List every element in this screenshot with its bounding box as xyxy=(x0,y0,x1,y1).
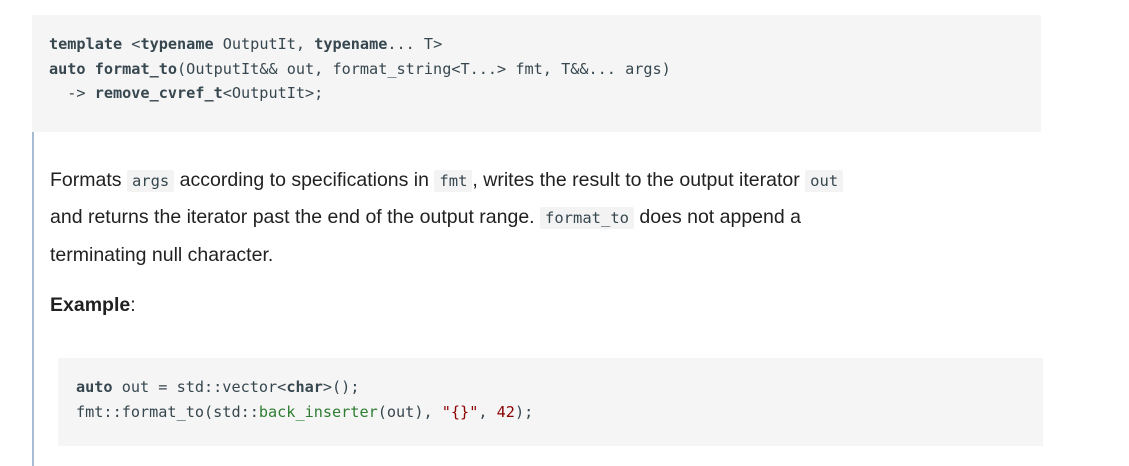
return-type: remove_cvref_t xyxy=(94,84,223,102)
code-text: fmt::format_to(std:: xyxy=(76,402,259,421)
example-heading: Example: xyxy=(50,294,136,317)
keyword-typename: typename xyxy=(314,35,388,53)
inline-code-out: out xyxy=(805,170,844,192)
text: does not append a xyxy=(634,206,801,229)
number-literal: 42 xyxy=(496,402,515,421)
text: Formats xyxy=(50,169,127,191)
example-line-1: auto out = std::vector<char>(); xyxy=(76,375,1043,400)
description-paragraph: Formats args according to specifications… xyxy=(50,162,1050,273)
description-row-2: and returns the iterator past the end of… xyxy=(50,199,1050,236)
code-text: < xyxy=(122,35,141,53)
code-text: , xyxy=(478,402,497,421)
code-text: ); xyxy=(514,402,534,421)
text: terminating null character. xyxy=(50,243,274,266)
keyword-auto: auto xyxy=(76,378,113,396)
signature-line-1: template <typename OutputIt, typename...… xyxy=(49,32,1041,57)
code-text: OutputIt, xyxy=(213,35,315,53)
keyword-typename: typename xyxy=(140,35,214,53)
code-text: (out), xyxy=(377,402,442,421)
code-text: <OutputIt>; xyxy=(222,84,324,102)
keyword-template: template xyxy=(49,35,123,53)
doc-page: template <typename OutputIt, typename...… xyxy=(0,0,1129,466)
text: and returns the iterator past the end of… xyxy=(50,206,540,229)
code-text: >(); xyxy=(322,378,360,396)
string-literal: "{}" xyxy=(441,402,479,421)
keyword-auto: auto xyxy=(49,59,86,78)
code-text: ... T> xyxy=(387,35,443,53)
inline-code-format-to: format_to xyxy=(540,207,634,230)
code-text: (OutputIt&& out, format_string<T...> fmt… xyxy=(177,59,671,78)
function-signature-code-block: template <typename OutputIt, typename...… xyxy=(32,15,1041,132)
text: , writes the result to the output iterat… xyxy=(472,169,806,191)
function-name: format_to xyxy=(94,59,178,78)
inline-code-fmt: fmt xyxy=(434,170,473,192)
code-text: out = std::vector< xyxy=(112,378,287,396)
description-row-3: terminating null character. xyxy=(50,237,1050,273)
text: according to specifications in xyxy=(174,169,435,191)
description-row-1: Formats args according to specifications… xyxy=(50,162,1050,199)
inline-code-args: args xyxy=(126,170,175,192)
code-text: -> xyxy=(49,84,95,102)
example-line-2: fmt::format_to(std::back_inserter(out), … xyxy=(76,400,1043,425)
example-label-colon: : xyxy=(130,294,136,316)
signature-line-2: auto format_to(OutputIt&& out, format_st… xyxy=(49,57,1041,82)
example-code-block: auto out = std::vector<char>(); fmt::form… xyxy=(58,358,1043,446)
signature-line-3: -> remove_cvref_t<OutputIt>; xyxy=(49,81,1041,106)
keyword-char: char xyxy=(286,378,323,396)
function-back-inserter: back_inserter xyxy=(258,402,378,421)
example-label-bold: Example xyxy=(50,294,131,316)
function-description: Formats args according to specifications… xyxy=(32,132,1052,466)
